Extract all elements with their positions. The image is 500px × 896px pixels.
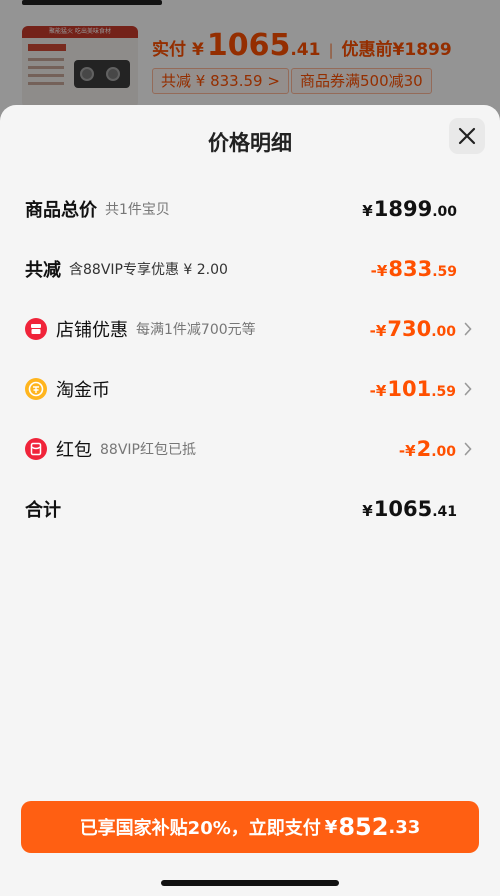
row-amount: -¥ 101.59 (369, 377, 456, 401)
row-goods-total: 商品总价 共1件宝贝 ¥1899.00 (0, 189, 500, 229)
chevron-right-icon (464, 442, 472, 456)
shop-icon (25, 318, 47, 340)
pay-amount-integer: 852 (338, 813, 389, 841)
price-detail-sheet: 价格明细 商品总价 共1件宝贝 ¥1899.00 共减 含88VIP专享优惠 ¥… (0, 105, 500, 896)
chevron-right-icon (464, 382, 472, 396)
row-amount: -¥ 730.00 (369, 317, 456, 341)
row-label: 共减 (25, 260, 61, 281)
row-amount: -¥ 2.00 (398, 437, 456, 461)
row-sub: 含88VIP专享优惠 ¥ 2.00 (69, 262, 228, 278)
close-button[interactable] (449, 118, 485, 154)
row-red-packet[interactable]: 红包 88VIP红包已抵 -¥ 2.00 (0, 429, 500, 469)
row-total-discount: 共减 含88VIP专享优惠 ¥ 2.00 -¥ 833.59 (0, 249, 500, 289)
row-label: 店铺优惠 (56, 320, 128, 341)
row-taojinbi[interactable]: 淘金币 -¥ 101.59 (0, 369, 500, 409)
row-amount: -¥ 833.59 (370, 257, 457, 281)
coin-icon (25, 378, 47, 400)
close-icon (458, 127, 476, 145)
row-grand-total: 合计 ¥1065.41 (0, 489, 500, 529)
modal-overlay[interactable] (0, 0, 500, 120)
row-store-discount[interactable]: 店铺优惠 每满1件减700元等 -¥ 730.00 (0, 309, 500, 349)
pay-button-label: 已享国家补贴20%，立即支付 (79, 818, 321, 839)
sheet-title: 价格明细 (208, 131, 292, 155)
pay-now-button[interactable]: 已享国家补贴20%，立即支付 ¥ 852 .33 (21, 801, 479, 853)
row-label: 商品总价 (25, 200, 97, 221)
row-label: 红包 (56, 440, 92, 461)
row-amount: ¥1899.00 (362, 197, 457, 221)
row-label: 淘金币 (56, 380, 110, 401)
chevron-right-icon (464, 322, 472, 336)
pay-currency: ¥ (324, 816, 338, 838)
row-label: 合计 (25, 500, 61, 521)
row-sub: 88VIP红包已抵 (100, 442, 196, 458)
pay-amount-decimal: .33 (388, 816, 421, 838)
row-sub: 每满1件减700元等 (136, 322, 256, 338)
row-amount: ¥1065.41 (362, 497, 457, 521)
red-packet-icon (25, 438, 47, 460)
row-sub: 共1件宝贝 (105, 202, 170, 218)
home-indicator (161, 880, 339, 886)
background-order-card: 聚能猛火 吃出美味食材 实付 ¥ 1065 .41 | 优惠前¥1899 共减 … (0, 0, 500, 120)
